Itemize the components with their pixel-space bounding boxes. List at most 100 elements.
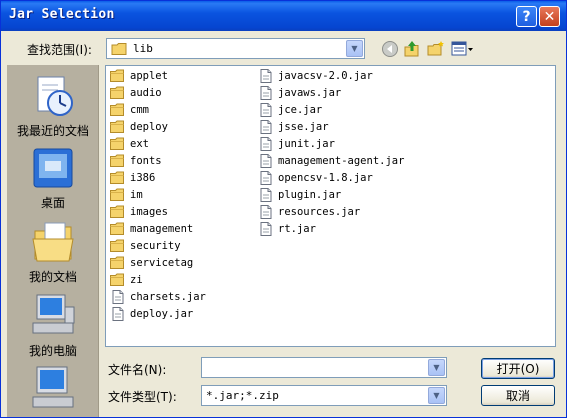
folder-icon — [110, 256, 126, 270]
file-item[interactable]: plugin.jar — [258, 187, 341, 203]
lookin-value: lib — [133, 42, 153, 55]
chevron-down-icon[interactable]: ▼ — [428, 359, 445, 376]
item-name: opencsv-1.8.jar — [278, 172, 373, 184]
file-item[interactable]: resources.jar — [258, 204, 360, 220]
item-name: images — [130, 206, 168, 218]
file-icon — [258, 137, 274, 151]
place-label: 我的电脑 — [28, 344, 77, 358]
folder-item[interactable]: audio — [110, 85, 162, 101]
folder-icon — [110, 69, 126, 83]
file-icon — [258, 69, 274, 83]
chevron-down-icon[interactable]: ▼ — [346, 40, 363, 57]
item-name: servicetag — [130, 257, 194, 269]
folder-icon — [110, 120, 126, 134]
help-button[interactable]: ? — [516, 6, 537, 27]
file-item[interactable]: opencsv-1.8.jar — [258, 170, 373, 186]
file-item[interactable]: junit.jar — [258, 136, 335, 152]
folder-item[interactable]: management — [110, 221, 193, 237]
item-name: ext — [130, 138, 149, 150]
folder-icon — [110, 171, 126, 185]
file-item[interactable]: management-agent.jar — [258, 153, 404, 169]
place-my-documents[interactable]: 我的文档 — [7, 217, 98, 285]
item-name: deploy.jar — [130, 308, 194, 320]
folder-item[interactable]: zi — [110, 272, 143, 288]
file-icon — [258, 103, 274, 117]
file-item[interactable]: rt.jar — [258, 221, 316, 237]
folder-item[interactable]: cmm — [110, 102, 149, 118]
lookin-dropdown[interactable]: lib ▼ — [106, 38, 365, 59]
title-bar[interactable]: Jar Selection ? ✕ — [1, 1, 566, 31]
item-name: im — [130, 189, 143, 201]
folder-icon — [110, 103, 126, 117]
item-name: plugin.jar — [278, 189, 342, 201]
file-icon — [258, 205, 274, 219]
window-title: Jar Selection — [9, 7, 115, 22]
item-name: javaws.jar — [278, 87, 342, 99]
file-item[interactable]: jsse.jar — [258, 119, 329, 135]
folder-item[interactable]: servicetag — [110, 255, 193, 271]
folder-item[interactable]: deploy — [110, 119, 168, 135]
item-name: fonts — [130, 155, 162, 167]
item-name: management-agent.jar — [278, 155, 405, 167]
item-name: security — [130, 240, 181, 252]
my-documents-icon — [32, 222, 74, 262]
folder-icon — [110, 222, 126, 236]
new-folder-icon[interactable] — [427, 40, 445, 58]
place-label: 桌面 — [40, 196, 65, 210]
places-bar: 我最近的文档 桌面 我的文档 我的电脑 — [7, 65, 99, 417]
file-item[interactable]: javaws.jar — [258, 85, 341, 101]
views-menu-icon[interactable] — [451, 40, 475, 58]
file-list[interactable]: applet audio cmm deploy ext fonts i386 im images… — [105, 65, 556, 347]
file-icon — [258, 120, 274, 134]
item-name: deploy — [130, 121, 168, 133]
folder-item[interactable]: fonts — [110, 153, 162, 169]
recent-documents-icon — [37, 76, 73, 116]
folder-item[interactable]: security — [110, 238, 181, 254]
folder-icon — [110, 188, 126, 202]
file-item[interactable]: jce.jar — [258, 102, 322, 118]
item-name: resources.jar — [278, 206, 361, 218]
filetype-value: *.jar;*.zip — [206, 389, 279, 402]
file-icon — [258, 171, 274, 185]
up-folder-icon[interactable] — [403, 40, 421, 58]
filename-label: 文件名(N): — [108, 363, 167, 377]
item-name: applet — [130, 70, 168, 82]
folder-item[interactable]: images — [110, 204, 168, 220]
place-network[interactable] — [7, 363, 98, 417]
folder-item[interactable]: im — [110, 187, 143, 203]
file-item[interactable]: charsets.jar — [110, 289, 206, 305]
item-name: cmm — [130, 104, 149, 116]
place-recent-documents[interactable]: 我最近的文档 — [7, 71, 98, 141]
file-item[interactable]: deploy.jar — [110, 306, 193, 322]
item-name: audio — [130, 87, 162, 99]
network-places-icon — [32, 366, 74, 408]
place-desktop[interactable]: 桌面 — [7, 145, 98, 213]
help-icon: ? — [522, 8, 531, 25]
folder-icon — [110, 205, 126, 219]
file-item[interactable]: javacsv-2.0.jar — [258, 68, 373, 84]
close-button[interactable]: ✕ — [539, 6, 560, 27]
file-icon — [110, 307, 126, 321]
folder-item[interactable]: i386 — [110, 170, 155, 186]
filetype-dropdown[interactable]: *.jar;*.zip ▼ — [201, 385, 447, 406]
item-name: jsse.jar — [278, 121, 329, 133]
folder-icon — [110, 154, 126, 168]
open-button[interactable]: 打开(O) — [481, 358, 555, 379]
back-icon[interactable] — [381, 40, 399, 58]
place-my-computer[interactable]: 我的电脑 — [7, 291, 98, 359]
file-icon — [258, 188, 274, 202]
lookin-label: 查找范围(I): — [27, 43, 92, 57]
cancel-button[interactable]: 取消 — [481, 385, 555, 406]
folder-icon — [110, 137, 126, 151]
item-name: zi — [130, 274, 143, 286]
jar-selection-dialog: Jar Selection ? ✕ 查找范围(I): lib ▼ 我最近的文档 … — [0, 0, 567, 418]
item-name: management — [130, 223, 194, 235]
folder-item[interactable]: ext — [110, 136, 149, 152]
chevron-down-icon[interactable]: ▼ — [428, 387, 445, 404]
item-name: junit.jar — [278, 138, 335, 150]
item-name: rt.jar — [278, 223, 316, 235]
item-name: charsets.jar — [130, 291, 206, 303]
filename-input[interactable]: ▼ — [201, 357, 447, 378]
filetype-label: 文件类型(T): — [108, 390, 177, 404]
folder-item[interactable]: applet — [110, 68, 168, 84]
